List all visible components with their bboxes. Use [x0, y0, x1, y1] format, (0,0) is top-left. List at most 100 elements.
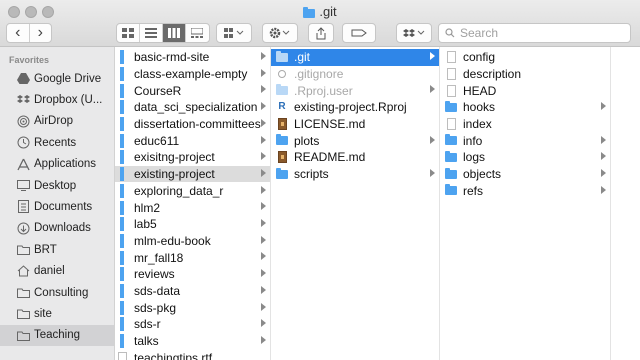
file-name: exploring_data_r [134, 183, 224, 198]
file-row[interactable]: educ611 [115, 133, 270, 150]
file-row[interactable]: lab5 [115, 216, 270, 233]
sidebar-item-teaching[interactable]: Teaching [0, 324, 114, 346]
file-row[interactable]: talks [115, 333, 270, 350]
file-row[interactable]: exisitng-project [115, 149, 270, 166]
file-row[interactable]: sds-pkg [115, 300, 270, 317]
chevron-right-icon [601, 102, 606, 111]
file-row[interactable]: objects [440, 166, 610, 183]
sidebar-item-daniel[interactable]: daniel [0, 261, 114, 282]
sidebar-item-label: Downloads [34, 222, 91, 235]
finder-window: .git ‹ › Search Favorites Google Drive D… [0, 0, 640, 360]
dropbox-menu-button[interactable] [396, 23, 432, 43]
column-view-button[interactable] [163, 24, 186, 42]
file-row[interactable]: hooks [440, 99, 610, 116]
file-row[interactable]: logs [440, 149, 610, 166]
folder-icon [115, 267, 129, 282]
file-row[interactable]: data_sci_specialization [115, 99, 270, 116]
file-row[interactable]: dissertation-committees [115, 116, 270, 133]
file-name: config [463, 50, 496, 65]
file-name: objects [463, 167, 502, 182]
folder-icon [16, 328, 30, 342]
folder-icon [115, 217, 129, 232]
file-row[interactable]: existing-project [115, 165, 270, 183]
folder-icon [115, 200, 129, 215]
folder-icon [115, 233, 129, 248]
window-title: .git [319, 4, 337, 19]
sidebar-item-consulting[interactable]: Consulting [0, 282, 114, 303]
forward-button[interactable]: › [30, 24, 52, 42]
file-row[interactable]: CourseR [115, 82, 270, 99]
file-row[interactable]: refs [440, 183, 610, 200]
chevron-right-icon [430, 168, 435, 177]
sidebar-item-applications[interactable]: Applications [0, 154, 114, 175]
file-name: CourseR [134, 83, 182, 98]
chevron-left-icon: ‹ [15, 24, 21, 41]
folder-icon [275, 50, 289, 64]
chevron-right-icon [261, 319, 266, 328]
file-row[interactable]: README.md [271, 149, 439, 166]
file-row[interactable]: .Rproj.user [271, 82, 439, 99]
share-button[interactable] [308, 23, 334, 43]
file-name: existing-project [134, 167, 215, 182]
file-row[interactable]: basic-rmd-site [115, 49, 270, 66]
chevron-right-icon [261, 118, 266, 127]
chevron-right-icon: › [37, 24, 43, 41]
file-row[interactable]: exploring_data_r [115, 183, 270, 200]
file-row[interactable]: HEAD [440, 82, 610, 99]
file-row[interactable]: reviews [115, 266, 270, 283]
file-row[interactable]: scripts [271, 166, 439, 183]
file-row[interactable]: mlm-edu-book [115, 233, 270, 250]
sidebar-item-documents[interactable]: Documents [0, 196, 114, 217]
sidebar-item-site[interactable]: site [0, 303, 114, 324]
file-name: class-example-empty [134, 66, 248, 81]
airdrop-icon [16, 114, 30, 128]
sidebar-item-desktop[interactable]: Desktop [0, 175, 114, 196]
chevron-right-icon [601, 152, 606, 161]
icon-view-button[interactable] [117, 24, 140, 42]
file-name: mlm-edu-book [134, 233, 211, 248]
folder-icon [115, 334, 129, 349]
sidebar-item-airdrop[interactable]: AirDrop [0, 111, 114, 132]
edit-tags-button[interactable] [342, 23, 376, 43]
list-view-button[interactable] [140, 24, 163, 42]
file-row[interactable]: info [440, 133, 610, 150]
file-name: .git [294, 50, 311, 65]
file-row[interactable]: index [440, 116, 610, 133]
file-row[interactable]: sds-r [115, 316, 270, 333]
recents-icon [16, 136, 30, 150]
file-name: dissertation-committees [134, 117, 261, 132]
sidebar-item-label: Desktop [34, 179, 77, 192]
sidebar-item-recents[interactable]: Recents [0, 132, 114, 153]
sidebar-item-dropbox-u[interactable]: Dropbox (U... [0, 89, 114, 110]
file-row[interactable]: class-example-empty [115, 66, 270, 83]
file-row[interactable]: .git [271, 49, 439, 66]
folder-icon [115, 300, 129, 315]
back-button[interactable]: ‹ [7, 24, 30, 42]
folder-icon [275, 167, 289, 181]
sidebar-item-downloads[interactable]: Downloads [0, 218, 114, 239]
sidebar-item-google-drive[interactable]: Google Drive [0, 68, 114, 89]
file-row[interactable]: sds-data [115, 283, 270, 300]
file-row[interactable]: hlm2 [115, 199, 270, 216]
dropbox-icon [16, 93, 30, 107]
chevron-right-icon [261, 152, 266, 161]
action-menu-button[interactable] [262, 23, 298, 43]
file-row[interactable]: LICENSE.md [271, 116, 439, 133]
file-name: .Rproj.user [294, 83, 353, 98]
file-row[interactable]: mr_fall18 [115, 249, 270, 266]
file-row[interactable]: .gitignore [271, 66, 439, 83]
sidebar-item-label: Teaching [34, 329, 81, 342]
file-row[interactable]: Rexisting-project.Rproj [271, 99, 439, 116]
column-git: config description HEAD hooks index info logs o… [440, 47, 611, 360]
search-field[interactable]: Search [438, 23, 631, 43]
gallery-view-button[interactable] [186, 24, 208, 42]
sidebar-item-brt[interactable]: BRT [0, 239, 114, 260]
group-by-button[interactable] [216, 23, 252, 43]
file-row[interactable]: plots [271, 133, 439, 150]
file-row[interactable]: config [440, 49, 610, 66]
sidebar-item-label: Dropbox (U... [34, 93, 103, 106]
chevron-right-icon [430, 135, 435, 144]
file-row[interactable]: description [440, 66, 610, 83]
file-row[interactable]: teachingtips.rtf [115, 350, 270, 360]
folder-icon [115, 167, 129, 182]
